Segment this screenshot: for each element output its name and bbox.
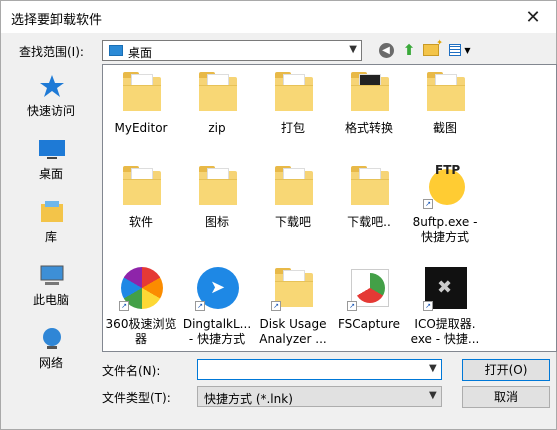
- file-item[interactable]: 图标: [179, 159, 255, 247]
- file-name: 下载吧..: [347, 215, 391, 229]
- file-item[interactable]: 截图: [407, 65, 483, 153]
- browser-360-icon: ↗: [119, 267, 163, 311]
- ftp-app-icon: FTP ↗: [423, 163, 467, 209]
- place-label: 此电脑: [32, 293, 69, 307]
- shortcut-arrow-icon: ↗: [119, 301, 129, 311]
- file-name-line2: 快捷方式: [420, 230, 469, 244]
- place-desktop[interactable]: 桌面: [19, 131, 83, 187]
- chevron-down-icon[interactable]: ▼: [429, 390, 437, 401]
- place-label: 库: [44, 230, 57, 244]
- desktop-folder-icon: [109, 45, 123, 56]
- file-name-line2: Analyzer ...: [259, 332, 327, 346]
- file-item[interactable]: 下载吧: [255, 159, 331, 247]
- chevron-down-icon: ▼: [349, 44, 357, 55]
- desktop-icon: [39, 140, 65, 159]
- file-name: 下载吧: [274, 215, 311, 229]
- file-name-label: 文件名(N):: [102, 364, 161, 378]
- folder-icon: [271, 165, 315, 209]
- shortcut-arrow-icon: ↗: [347, 301, 357, 311]
- folder-icon: [195, 71, 239, 115]
- file-name: FSCapture: [337, 317, 401, 331]
- file-name: DingtalkL...: [182, 317, 252, 331]
- place-label: 桌面: [38, 167, 63, 181]
- dialog-title: 选择要卸载软件: [11, 13, 103, 28]
- place-label: 快速访问: [26, 104, 75, 118]
- look-in-dropdown[interactable]: 桌面 ▼: [102, 40, 362, 61]
- file-name: 格式转换: [344, 121, 393, 135]
- back-arrow-icon: ◀: [378, 42, 394, 58]
- file-item[interactable]: ↗ FSCapture: [331, 261, 407, 349]
- folder-icon: [347, 71, 391, 115]
- file-name: Disk Usage: [259, 317, 327, 331]
- disk-usage-icon: ↗: [271, 267, 315, 311]
- file-item[interactable]: ↗ 360极速浏览 器: [103, 261, 179, 349]
- open-file-dialog: 选择要卸载软件 ✕ 查找范围(I): 桌面 ▼ ◀ ⬆ ▼ 快速访问 桌面 库 …: [0, 0, 557, 430]
- place-label: 网络: [38, 356, 63, 370]
- folder-icon: [347, 165, 391, 209]
- file-name: ICO提取器.: [414, 317, 476, 331]
- places-bar: 快速访问 桌面 库 此电脑 网络: [19, 68, 83, 380]
- shortcut-arrow-icon: ↗: [195, 301, 205, 311]
- file-name: MyEditor: [114, 121, 168, 135]
- place-network[interactable]: 网络: [19, 320, 83, 376]
- file-name-input[interactable]: [197, 359, 442, 380]
- up-arrow-icon: ⬆: [402, 41, 416, 59]
- file-type-label: 文件类型(T):: [102, 391, 171, 405]
- file-item[interactable]: 打包: [255, 65, 331, 153]
- file-type-select[interactable]: 快捷方式 (*.lnk): [197, 386, 442, 407]
- folder-icon: [195, 165, 239, 209]
- file-item[interactable]: 格式转换: [331, 65, 407, 153]
- place-library[interactable]: 库: [19, 194, 83, 250]
- look-in-label: 查找范围(I):: [19, 45, 84, 59]
- file-item[interactable]: ✖ ↗ ICO提取器. exe - 快捷...: [407, 261, 483, 349]
- place-quick-access[interactable]: 快速访问: [19, 68, 83, 124]
- file-name-line2: 器: [134, 332, 147, 346]
- network-icon: [43, 328, 61, 349]
- file-item[interactable]: 下载吧..: [331, 159, 407, 247]
- shortcut-arrow-icon: ↗: [271, 301, 281, 311]
- file-item[interactable]: ↗ Disk Usage Analyzer ...: [255, 261, 331, 349]
- new-folder-icon: [423, 38, 443, 56]
- file-name: 截图: [432, 121, 457, 135]
- library-icon: [41, 201, 63, 222]
- file-name-line2: - 快捷方式: [188, 332, 246, 346]
- ico-extractor-icon: ✖ ↗: [423, 267, 467, 311]
- dingtalk-icon: ➤ ↗: [195, 267, 239, 311]
- file-name: 图标: [204, 215, 229, 229]
- folder-icon: [119, 71, 163, 115]
- folder-icon: [423, 71, 467, 115]
- file-item[interactable]: MyEditor: [103, 65, 179, 153]
- file-item[interactable]: zip: [179, 65, 255, 153]
- view-grid-icon: [449, 44, 462, 56]
- back-button[interactable]: ◀: [376, 40, 396, 60]
- close-icon[interactable]: ✕: [510, 1, 556, 33]
- up-one-level-button[interactable]: ⬆: [399, 40, 419, 60]
- file-item[interactable]: FTP ↗ 8uftp.exe - 快捷方式: [407, 159, 483, 247]
- file-name: 打包: [280, 121, 305, 135]
- computer-icon: [40, 265, 64, 285]
- shortcut-arrow-icon: ↗: [423, 199, 433, 209]
- folder-icon: [271, 71, 315, 115]
- cancel-button[interactable]: 取消: [462, 386, 550, 408]
- folder-icon: [119, 165, 163, 209]
- file-name: zip: [208, 121, 226, 135]
- file-list[interactable]: MyEditor zip 打包 格式转换 截图 软件 图标 下载吧 下载吧.. …: [102, 64, 557, 352]
- file-name: 360极速浏览: [105, 317, 177, 331]
- file-item[interactable]: 软件: [103, 159, 179, 247]
- file-name-line2: exe - 快捷...: [410, 332, 480, 346]
- dropdown-arrow-icon: ▼: [464, 45, 471, 55]
- file-item[interactable]: ➤ ↗ DingtalkL... - 快捷方式: [179, 261, 255, 349]
- star-icon: [40, 75, 64, 97]
- new-folder-button[interactable]: [421, 38, 443, 60]
- view-menu-button[interactable]: ▼: [445, 40, 475, 60]
- open-button[interactable]: 打开(O): [462, 359, 550, 381]
- fscapture-icon: ↗: [347, 267, 391, 311]
- title-bar[interactable]: 选择要卸载软件 ✕: [1, 1, 556, 33]
- place-this-pc[interactable]: 此电脑: [19, 257, 83, 313]
- shortcut-arrow-icon: ↗: [423, 301, 433, 311]
- chevron-down-icon[interactable]: ▼: [429, 363, 437, 374]
- look-in-value: 桌面: [128, 46, 153, 60]
- file-name: 8uftp.exe -: [412, 215, 478, 229]
- file-name: 软件: [128, 215, 153, 229]
